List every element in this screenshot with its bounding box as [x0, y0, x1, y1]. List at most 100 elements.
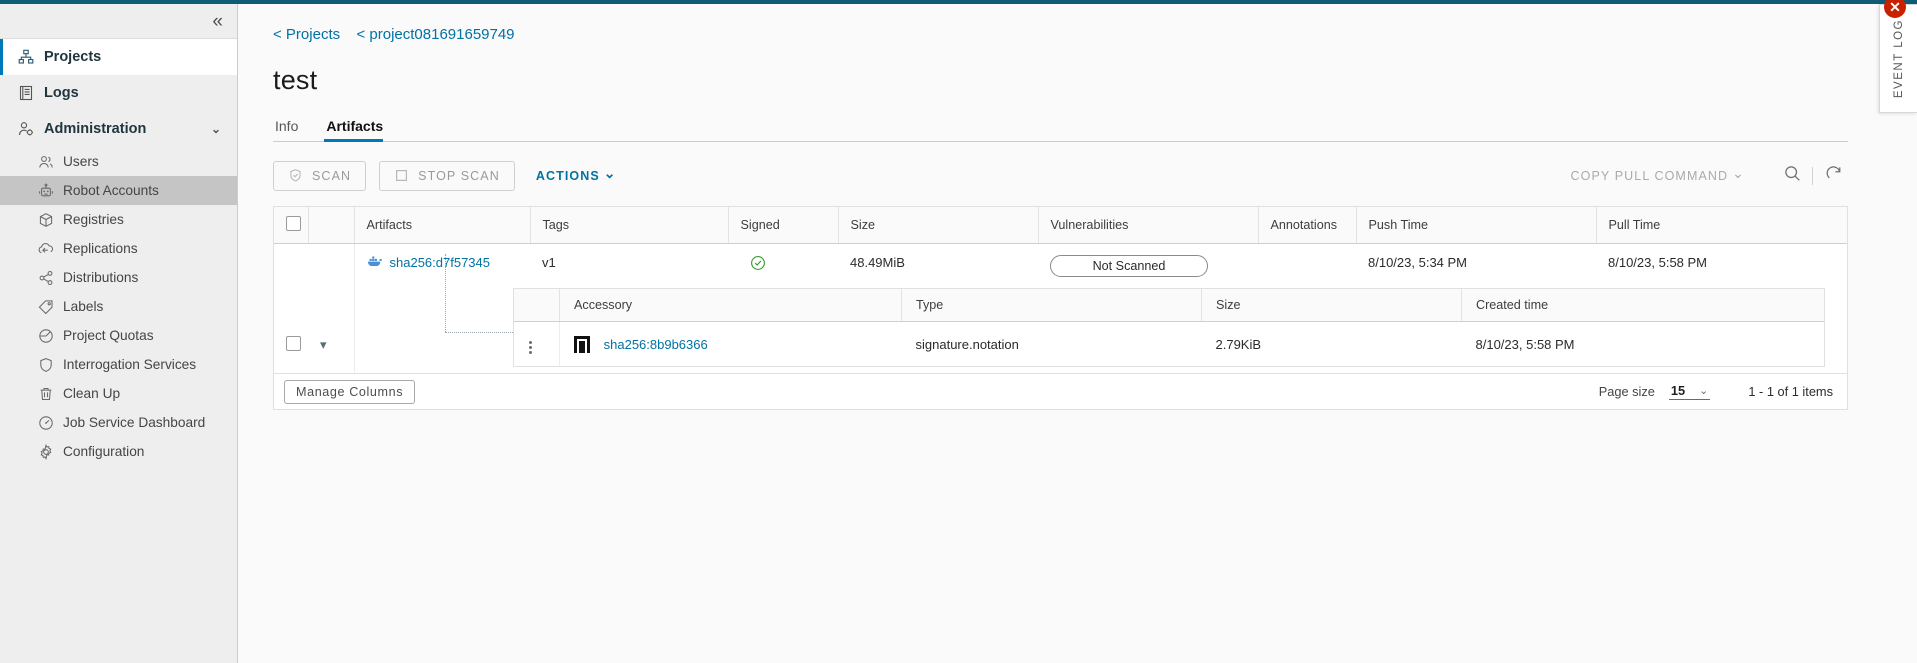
accessory-cell: Accessory Type Size Created time: [354, 288, 1847, 373]
sidebar-item-label: Job Service Dashboard: [63, 415, 205, 430]
kebab-menu-icon[interactable]: [524, 339, 537, 356]
chevron-down-icon[interactable]: ⌄: [211, 122, 221, 136]
sidebar-item-label: Project Quotas: [63, 328, 154, 343]
configuration-icon: [38, 444, 54, 460]
sidebar-nav: Projects Logs Administrati: [0, 39, 237, 466]
cell-vulnerabilities: Not Scanned: [1038, 244, 1258, 289]
sidebar-item-interrogation-services[interactable]: Interrogation Services: [0, 350, 237, 379]
copy-pull-command-dropdown[interactable]: COPY PULL COMMAND ⌄: [1563, 161, 1753, 191]
sidebar-item-label: Distributions: [63, 270, 138, 285]
accessory-column-header-accessory[interactable]: Accessory: [560, 289, 902, 322]
accessory-table: Accessory Type Size Created time: [514, 289, 1825, 366]
logs-icon: [18, 85, 34, 101]
accessory-digest-link[interactable]: sha256:8b9b6366: [604, 337, 708, 352]
sidebar-item-replications[interactable]: Replications: [0, 234, 237, 263]
event-log-label[interactable]: EVENT LOG: [1893, 19, 1905, 98]
accessory-cell-type: signature.notation: [902, 322, 1202, 367]
artifact-digest-link[interactable]: sha256:d7f57345: [390, 255, 490, 270]
copy-pull-command-label: COPY PULL COMMAND: [1571, 169, 1729, 183]
sidebar-item-configuration[interactable]: Configuration: [0, 437, 237, 466]
sidebar-item-robot-accounts[interactable]: Robot Accounts: [0, 176, 237, 205]
sidebar-item-registries[interactable]: Registries: [0, 205, 237, 234]
table-row[interactable]: ▾: [274, 244, 1847, 289]
sidebar-item-label: Registries: [63, 212, 124, 227]
column-header-artifacts[interactable]: Artifacts: [354, 207, 530, 244]
sidebar-item-administration[interactable]: Administration ⌄: [0, 111, 237, 147]
sidebar-item-logs[interactable]: Logs: [0, 75, 237, 111]
event-log-rail[interactable]: EVENT LOG ✕: [1879, 4, 1917, 113]
column-header-tags[interactable]: Tags: [530, 207, 728, 244]
tab-artifacts[interactable]: Artifacts: [324, 118, 395, 141]
labels-icon: [38, 299, 54, 315]
cell-artifact: sha256:d7f57345: [354, 244, 530, 289]
stop-square-icon: [394, 168, 410, 184]
accessory-row-container: Accessory Type Size Created time: [274, 288, 1847, 373]
job-service-dashboard-icon: [38, 415, 54, 431]
stop-scan-button[interactable]: STOP SCAN: [379, 161, 515, 191]
accessory-column-header-created-time[interactable]: Created time: [1462, 289, 1825, 322]
page-size-value: 15: [1671, 383, 1685, 398]
sidebar-item-job-service-dashboard[interactable]: Job Service Dashboard: [0, 408, 237, 437]
cell-push-time: 8/10/23, 5:34 PM: [1356, 244, 1596, 289]
select-all-checkbox[interactable]: [286, 216, 301, 231]
sidebar-item-label: Users: [63, 154, 99, 169]
sidebar: « Projects Logs: [0, 4, 238, 663]
row-select-cell: [274, 244, 308, 374]
scan-button[interactable]: SCAN: [273, 161, 366, 191]
sidebar-item-label: Replications: [63, 241, 138, 256]
interrogation-services-icon: [38, 357, 54, 373]
alert-badge-icon[interactable]: ✕: [1884, 0, 1906, 18]
sidebar-item-label: Clean Up: [63, 386, 120, 401]
sidebar-item-users[interactable]: Users: [0, 147, 237, 176]
chevron-down-icon: ⌄: [1699, 384, 1708, 397]
accessory-table-card: Accessory Type Size Created time: [513, 288, 1826, 367]
column-header-pull-time[interactable]: Pull Time: [1596, 207, 1847, 244]
sidebar-item-distributions[interactable]: Distributions: [0, 263, 237, 292]
distributions-icon: [38, 270, 54, 286]
column-header-vulnerabilities[interactable]: Vulnerabilities: [1038, 207, 1258, 244]
accessory-column-header-type[interactable]: Type: [902, 289, 1202, 322]
sidebar-item-labels[interactable]: Labels: [0, 292, 237, 321]
tab-info[interactable]: Info: [273, 118, 310, 141]
page-size-select[interactable]: 15 ⌄: [1669, 383, 1710, 400]
column-header-annotations[interactable]: Annotations: [1258, 207, 1356, 244]
scan-button-label: SCAN: [312, 169, 351, 183]
cell-size: 48.49MiB: [838, 244, 1038, 289]
chevron-down-icon: ⌄: [1732, 165, 1745, 182]
clean-up-icon: [38, 386, 54, 402]
cell-annotations: [1258, 244, 1356, 289]
cell-signed: [728, 244, 838, 289]
column-header-size[interactable]: Size: [838, 207, 1038, 244]
accessory-table-row[interactable]: sha256:8b9b6366 signature.notation 2.79K…: [514, 322, 1825, 367]
accessory-actions-header: [514, 289, 560, 322]
administration-icon: [18, 121, 34, 137]
breadcrumb-projects-link[interactable]: < Projects: [273, 26, 340, 43]
artifacts-table-body: ▾: [274, 244, 1847, 374]
sidebar-item-label: Interrogation Services: [63, 357, 196, 372]
robot-icon: [38, 183, 54, 199]
registries-icon: [38, 212, 54, 228]
row-select-checkbox[interactable]: [286, 336, 301, 351]
docker-whale-icon: [367, 255, 384, 271]
accessory-column-header-size[interactable]: Size: [1202, 289, 1462, 322]
check-circle-icon: [750, 259, 766, 274]
breadcrumb-project-link[interactable]: < project081691659749: [356, 26, 514, 43]
actions-dropdown[interactable]: ACTIONS ⌄: [528, 161, 625, 191]
search-button[interactable]: [1777, 161, 1807, 191]
row-expand-chevron-icon[interactable]: ▾: [320, 337, 327, 352]
sidebar-item-clean-up[interactable]: Clean Up: [0, 379, 237, 408]
sidebar-item-label: Logs: [44, 85, 79, 101]
cell-tags: v1: [530, 244, 728, 289]
sidebar-item-projects[interactable]: Projects: [0, 39, 237, 75]
toolbar-divider: [1812, 167, 1813, 185]
column-header-push-time[interactable]: Push Time: [1356, 207, 1596, 244]
manage-columns-button[interactable]: Manage Columns: [284, 380, 415, 404]
refresh-button[interactable]: [1818, 161, 1848, 191]
breadcrumb: < Projects < project081691659749: [239, 4, 1879, 43]
search-icon: [1783, 164, 1802, 188]
double-chevron-left-icon[interactable]: «: [212, 12, 223, 31]
refresh-icon: [1824, 164, 1843, 188]
sidebar-item-project-quotas[interactable]: Project Quotas: [0, 321, 237, 350]
replications-icon: [38, 241, 54, 257]
column-header-signed[interactable]: Signed: [728, 207, 838, 244]
